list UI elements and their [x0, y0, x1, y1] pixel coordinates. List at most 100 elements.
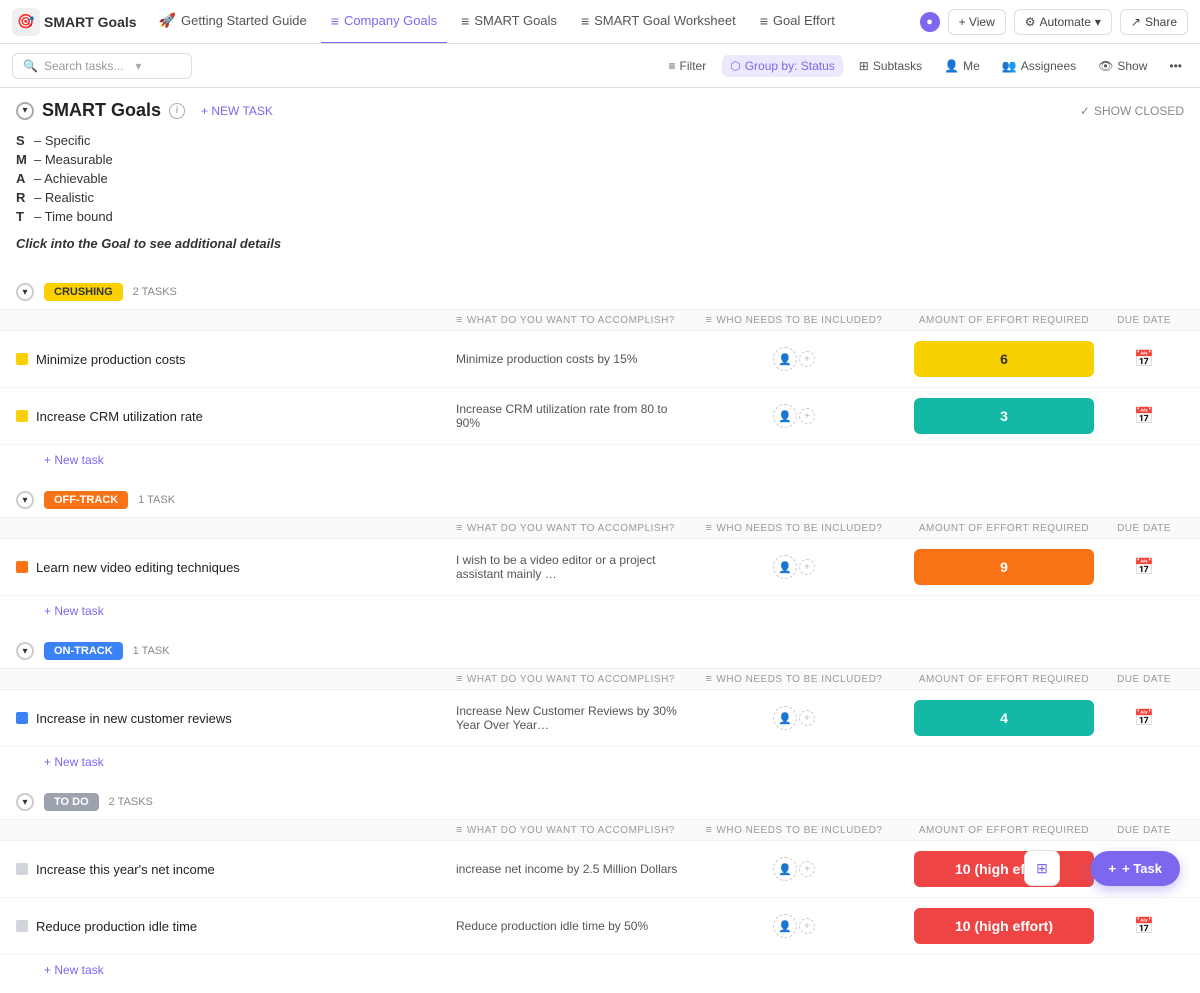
- subtasks-label: Subtasks: [873, 59, 922, 73]
- show-button[interactable]: 👁 Show: [1092, 55, 1153, 77]
- smart-letter-t: T: [16, 209, 30, 224]
- table-row[interactable]: Learn new video editing techniques I wis…: [0, 539, 1200, 596]
- section-toggle[interactable]: ▾: [16, 102, 34, 120]
- add-avatar-button[interactable]: +: [799, 559, 815, 575]
- task-name: Increase this year's net income: [36, 862, 215, 877]
- tab-goal-effort-icon: ≡: [760, 13, 768, 29]
- search-placeholder: Search tasks...: [44, 59, 123, 73]
- effort-cell: 6: [904, 341, 1104, 377]
- me-button[interactable]: 👤 Me: [938, 55, 986, 77]
- calendar-icon[interactable]: 📅: [1134, 708, 1154, 728]
- app-icon-symbol: 🎯: [17, 13, 34, 30]
- tab-smart-goals[interactable]: ≡ SMART Goals: [451, 0, 567, 44]
- task-name: Reduce production idle time: [36, 919, 197, 934]
- section-header: ▾ SMART Goals i + NEW TASK ✓ SHOW CLOSED: [0, 88, 1200, 133]
- col-effort: Amount of Effort Required: [904, 522, 1104, 534]
- col-who-icon: ≡: [706, 824, 713, 836]
- subtasks-button[interactable]: ⊞ Subtasks: [853, 55, 928, 77]
- calendar-icon[interactable]: 📅: [1134, 916, 1154, 936]
- automate-icon: ⚙: [1025, 15, 1036, 29]
- tab-goal-effort[interactable]: ≡ Goal Effort: [750, 0, 845, 44]
- new-task-button[interactable]: + NEW TASK: [193, 101, 281, 121]
- assignees-button[interactable]: 👥 Assignees: [996, 55, 1082, 77]
- table-row[interactable]: Increase in new customer reviews Increas…: [0, 690, 1200, 747]
- add-avatar-button[interactable]: +: [799, 710, 815, 726]
- group-crushing: ▾ CRUSHING 2 TASKS ≡ What do you want to…: [0, 275, 1200, 475]
- assignees-label: Assignees: [1021, 59, 1076, 73]
- filter-button[interactable]: ≡ Filter: [663, 55, 713, 77]
- tab-smart-goal-worksheet-icon: ≡: [581, 13, 589, 29]
- col-task: [16, 522, 456, 534]
- new-task-row[interactable]: + New task: [0, 747, 1200, 777]
- group-toggle-to-do[interactable]: ▾: [16, 793, 34, 811]
- info-icon[interactable]: i: [169, 103, 185, 119]
- tab-smart-goal-worksheet[interactable]: ≡ SMART Goal Worksheet: [571, 0, 746, 44]
- add-avatar-button[interactable]: +: [799, 918, 815, 934]
- smart-s: S – Specific: [16, 133, 1184, 148]
- new-task-row[interactable]: + New task: [0, 445, 1200, 475]
- avatar-group: 👤 +: [773, 706, 815, 730]
- tab-smart-goals-icon: ≡: [461, 13, 469, 29]
- effort-cell: 3: [904, 398, 1104, 434]
- table-row[interactable]: Increase CRM utilization rate Increase C…: [0, 388, 1200, 445]
- share-button[interactable]: ↗ Share: [1120, 9, 1188, 35]
- task-name-cell: Reduce production idle time: [16, 919, 456, 934]
- tab-getting-started[interactable]: 🚀 Getting Started Guide: [149, 0, 317, 44]
- add-avatar-button[interactable]: +: [799, 351, 815, 367]
- add-avatar-button[interactable]: +: [799, 861, 815, 877]
- smart-text-a: – Achievable: [34, 171, 108, 186]
- task-accomplish: Increase CRM utilization rate from 80 to…: [456, 402, 684, 430]
- avatar-placeholder: 👤: [773, 914, 797, 938]
- task-status-dot: [16, 712, 28, 724]
- task-name: Learn new video editing techniques: [36, 560, 240, 575]
- tab-company-goals[interactable]: ≡ Company Goals: [321, 0, 447, 44]
- smart-text-m: – Measurable: [34, 152, 113, 167]
- task-status-dot: [16, 410, 28, 422]
- task-accomplish: Increase New Customer Reviews by 30% Yea…: [456, 704, 684, 732]
- effort-bar: 10 (high effort): [914, 851, 1094, 887]
- group-toggle-off-track[interactable]: ▾: [16, 491, 34, 509]
- show-closed-button[interactable]: ✓ SHOW CLOSED: [1080, 104, 1184, 118]
- grid-view-button[interactable]: ⊞: [1024, 850, 1060, 886]
- table-row[interactable]: Reduce production idle time Reduce produ…: [0, 898, 1200, 955]
- smart-description: S – Specific M – Measurable A – Achievab…: [0, 133, 1200, 267]
- effort-bar: 10 (high effort): [914, 908, 1094, 944]
- who-cell: 👤 +: [684, 857, 904, 881]
- grid-icon: ⊞: [1036, 860, 1048, 877]
- smart-letter-a: A: [16, 171, 30, 186]
- groups-container: ▾ CRUSHING 2 TASKS ≡ What do you want to…: [0, 275, 1200, 985]
- automate-button[interactable]: ⚙ Automate ▾: [1014, 9, 1112, 35]
- more-button[interactable]: •••: [1163, 55, 1188, 77]
- status-badge-off-track: OFF-TRACK: [44, 491, 128, 509]
- task-name-cell: Increase CRM utilization rate: [16, 409, 456, 424]
- group-toggle-on-track[interactable]: ▾: [16, 642, 34, 660]
- me-label: Me: [963, 59, 980, 73]
- search-bar[interactable]: 🔍 Search tasks... ▾: [12, 53, 192, 79]
- calendar-icon[interactable]: 📅: [1134, 557, 1154, 577]
- due-cell: 📅: [1104, 708, 1184, 728]
- table-row[interactable]: Increase this year's net income increase…: [0, 841, 1200, 898]
- calendar-icon[interactable]: 📅: [1134, 406, 1154, 426]
- col-accomplish-label: What do you want to accomplish?: [467, 523, 675, 534]
- add-avatar-button[interactable]: +: [799, 408, 815, 424]
- add-task-button[interactable]: + + Task: [1091, 851, 1180, 886]
- search-icon: 🔍: [23, 59, 38, 73]
- tab-smart-goals-label: SMART Goals: [474, 13, 557, 28]
- new-task-row[interactable]: + New task: [0, 955, 1200, 985]
- who-cell: 👤 +: [684, 404, 904, 428]
- table-row[interactable]: Minimize production costs Minimize produ…: [0, 331, 1200, 388]
- effort-cell: 10 (high effort): [904, 908, 1104, 944]
- calendar-icon[interactable]: 📅: [1134, 349, 1154, 369]
- who-cell: 👤 +: [684, 555, 904, 579]
- due-cell: 📅: [1104, 406, 1184, 426]
- view-button[interactable]: + View: [948, 9, 1006, 35]
- col-headers-on-track: ≡ What do you want to accomplish? ≡ Who …: [0, 668, 1200, 690]
- smart-m: M – Measurable: [16, 152, 1184, 167]
- group-by-button[interactable]: ⬡ Group by: Status: [722, 55, 843, 77]
- task-accomplish: increase net income by 2.5 Million Dolla…: [456, 862, 684, 876]
- group-toggle-crushing[interactable]: ▾: [16, 283, 34, 301]
- group-header-to-do: ▾ TO DO 2 TASKS: [0, 785, 1200, 819]
- smart-t: T – Time bound: [16, 209, 1184, 224]
- group-off-track: ▾ OFF-TRACK 1 TASK ≡ What do you want to…: [0, 483, 1200, 626]
- new-task-row[interactable]: + New task: [0, 596, 1200, 626]
